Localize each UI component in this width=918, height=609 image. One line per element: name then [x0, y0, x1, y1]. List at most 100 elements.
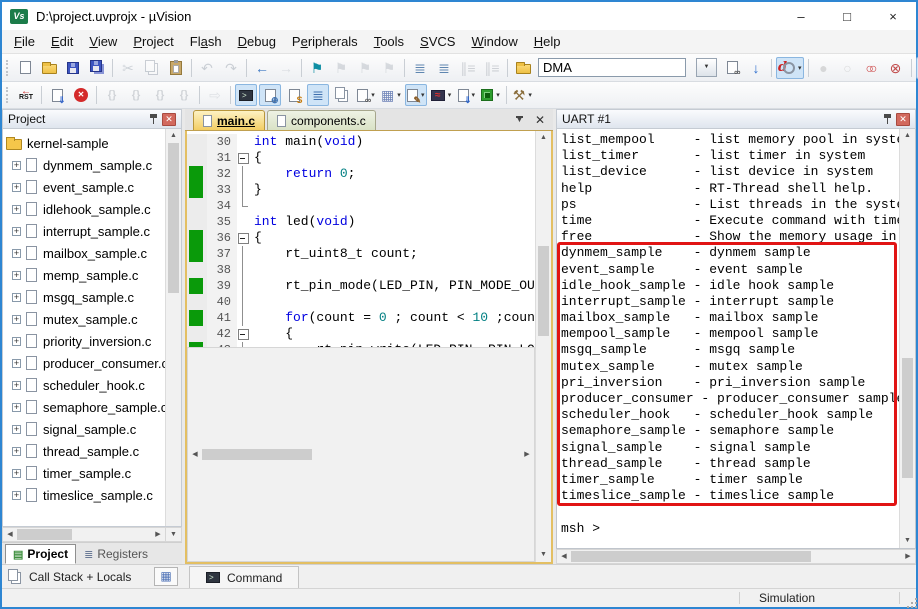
- scroll-thumb[interactable]: [538, 245, 549, 336]
- enable-disable-breakpoint-button[interactable]: ○: [837, 57, 859, 79]
- scroll-left-icon[interactable]: [188, 448, 202, 461]
- run-to-cursor-button[interactable]: {}: [173, 84, 195, 106]
- menu-peripherals[interactable]: Peripherals: [284, 31, 366, 52]
- combo-dropdown-button[interactable]: [690, 57, 719, 79]
- menu-svcs[interactable]: SVCS: [412, 31, 463, 52]
- menu-view[interactable]: View: [81, 31, 125, 52]
- clear-bookmarks-button[interactable]: ⚑: [378, 57, 400, 79]
- expander-plus-icon[interactable]: +: [12, 380, 21, 390]
- scroll-left-icon[interactable]: [3, 528, 17, 541]
- expander-plus-icon[interactable]: +: [12, 358, 21, 368]
- expander-plus-icon[interactable]: +: [12, 204, 21, 214]
- scroll-left-icon[interactable]: [557, 550, 571, 563]
- maximize-button[interactable]: □: [824, 2, 870, 30]
- document-list-icon[interactable]: [516, 115, 523, 124]
- expander-plus-icon[interactable]: +: [12, 182, 21, 192]
- expander-plus-icon[interactable]: +: [12, 446, 21, 456]
- trace-window-button[interactable]: ⇓ ▾: [455, 84, 477, 106]
- kill-all-breakpoints-button[interactable]: ⊗: [885, 57, 907, 79]
- call-stack-window-button[interactable]: [331, 84, 353, 106]
- expander-plus-icon[interactable]: +: [12, 270, 21, 280]
- disassembly-window-button[interactable]: ⊕: [259, 84, 281, 106]
- menu-window[interactable]: Window: [463, 31, 525, 52]
- prev-bookmark-button[interactable]: ⚑: [354, 57, 376, 79]
- uart-vscroll[interactable]: [899, 129, 915, 548]
- menu-project[interactable]: Project: [125, 31, 181, 52]
- scroll-track[interactable]: [900, 143, 915, 534]
- dropdown-arrow-icon[interactable]: ▾: [371, 91, 375, 99]
- tree-item[interactable]: + memp_sample.c: [3, 264, 165, 286]
- close-button[interactable]: ×: [870, 2, 916, 30]
- tree-item[interactable]: + dynmem_sample.c: [3, 154, 165, 176]
- scroll-up-icon[interactable]: [166, 129, 181, 143]
- tree-item[interactable]: + thread_sample.c: [3, 440, 165, 462]
- insert-breakpoint-button[interactable]: ●: [813, 57, 835, 79]
- open-file-button[interactable]: [38, 57, 60, 79]
- pin-icon[interactable]: [883, 113, 892, 125]
- dropdown-arrow-icon[interactable]: ▾: [798, 64, 802, 72]
- menu-file[interactable]: File: [6, 31, 43, 52]
- dropdown-arrow-icon[interactable]: ▾: [397, 91, 401, 99]
- tree-item[interactable]: + msgq_sample.c: [3, 286, 165, 308]
- show-next-statement-button[interactable]: ⇨: [204, 84, 226, 106]
- menu-help[interactable]: Help: [526, 31, 569, 52]
- editor-tab-components-c[interactable]: components.c: [267, 110, 376, 130]
- project-tree[interactable]: kernel-sample + dynmem_sample.c + event_samp…: [3, 129, 165, 526]
- reset-button[interactable]: [15, 84, 37, 106]
- logic-analyzer-window-button[interactable]: ▾: [429, 84, 454, 106]
- dropdown-arrow-icon[interactable]: ▾: [448, 91, 452, 99]
- kill-breakpoints-button[interactable]: ○○: [861, 57, 883, 79]
- tree-item[interactable]: + scheduler_hook.c: [3, 374, 165, 396]
- expander-plus-icon[interactable]: +: [12, 490, 21, 500]
- uart-panel-close-icon[interactable]: [896, 112, 910, 126]
- find-in-files-button[interactable]: [512, 57, 534, 79]
- expander-plus-icon[interactable]: +: [12, 424, 21, 434]
- next-bookmark-button[interactable]: ⚑: [330, 57, 352, 79]
- editor-tab-main-c[interactable]: main.c: [193, 110, 266, 130]
- tree-item[interactable]: + mutex_sample.c: [3, 308, 165, 330]
- expander-plus-icon[interactable]: +: [12, 402, 21, 412]
- menu-debug[interactable]: Debug: [230, 31, 284, 52]
- stop-button[interactable]: [70, 84, 92, 106]
- fold-marker[interactable]: [237, 326, 250, 342]
- expander-plus-icon[interactable]: +: [12, 248, 21, 258]
- tree-item[interactable]: + timeslice_sample.c: [3, 484, 165, 506]
- copy-button[interactable]: [141, 57, 163, 79]
- tree-item[interactable]: + priority_inversion.c: [3, 330, 165, 352]
- memory-window-button[interactable]: ▦ ▾: [379, 84, 403, 106]
- workspace-tab-registers[interactable]: ≣ Registers: [76, 544, 156, 564]
- toggle-bookmark-button[interactable]: ⚑: [306, 57, 328, 79]
- serial-window-button[interactable]: ✎ ▾: [404, 84, 427, 106]
- undo-button[interactable]: ↶: [196, 57, 218, 79]
- uncomment-button[interactable]: ∥≡: [481, 57, 503, 79]
- project-panel-close-icon[interactable]: [162, 112, 176, 126]
- expander-plus-icon[interactable]: +: [12, 468, 21, 478]
- new-file-button[interactable]: [14, 57, 36, 79]
- paste-button[interactable]: [165, 57, 187, 79]
- tree-item[interactable]: + signal_sample.c: [3, 418, 165, 440]
- comment-button[interactable]: ∥≡: [457, 57, 479, 79]
- system-viewer-window-button[interactable]: ▾: [479, 84, 502, 106]
- editor-vscroll[interactable]: [535, 131, 551, 562]
- start-stop-debug-button[interactable]: ▾: [776, 56, 804, 79]
- command-window-button[interactable]: [235, 84, 257, 106]
- scroll-thumb[interactable]: [168, 143, 179, 293]
- tree-item[interactable]: + idlehook_sample.c: [3, 198, 165, 220]
- expander-plus-icon[interactable]: +: [12, 226, 21, 236]
- scroll-up-icon[interactable]: [900, 129, 915, 143]
- project-vscroll[interactable]: [165, 129, 181, 526]
- resize-grip-icon[interactable]: [911, 602, 913, 604]
- expander-plus-icon[interactable]: +: [12, 160, 21, 170]
- toolbox-button[interactable]: ⚒ ▾: [511, 84, 534, 106]
- redo-button[interactable]: ↷: [220, 57, 242, 79]
- expander-plus-icon[interactable]: +: [12, 336, 21, 346]
- menu-edit[interactable]: Edit: [43, 31, 81, 52]
- scroll-track[interactable]: [166, 143, 181, 526]
- menu-flash[interactable]: Flash: [182, 31, 230, 52]
- scroll-right-icon[interactable]: [520, 448, 534, 461]
- editor-hscroll[interactable]: [187, 347, 535, 562]
- scroll-down-icon[interactable]: [166, 527, 182, 542]
- dropdown-arrow-icon[interactable]: ▾: [496, 91, 500, 99]
- scroll-down-icon[interactable]: [900, 534, 915, 548]
- scroll-track[interactable]: [536, 145, 551, 548]
